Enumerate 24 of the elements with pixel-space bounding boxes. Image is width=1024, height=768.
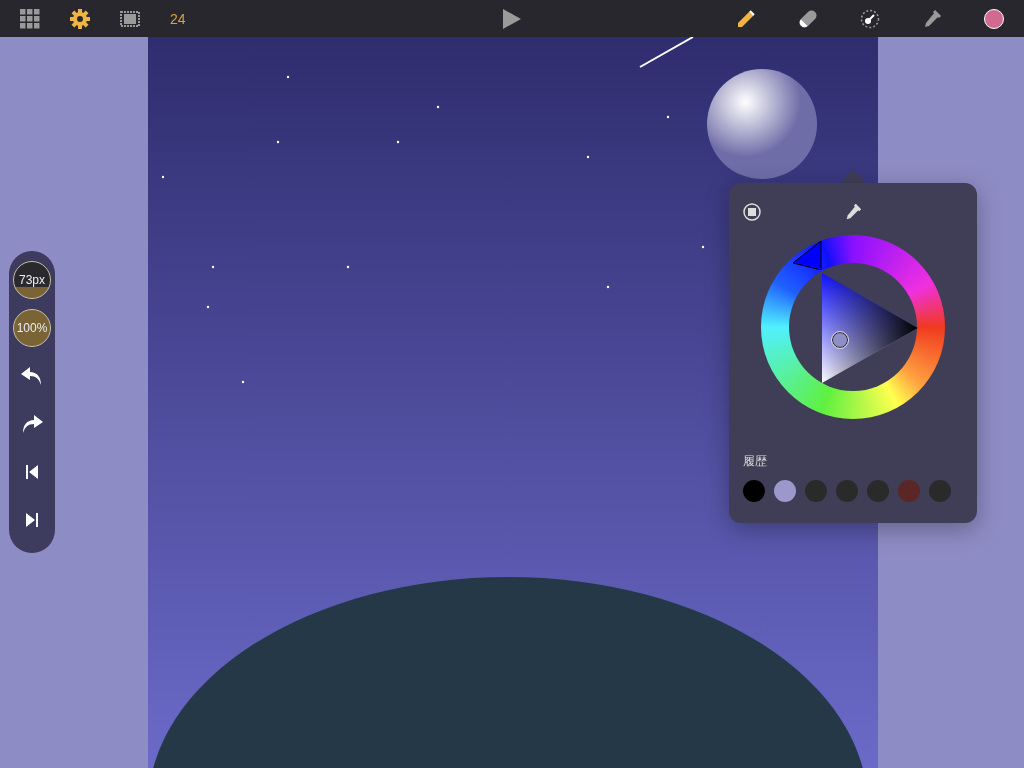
history-swatch[interactable]: [867, 480, 889, 502]
history-swatch[interactable]: [805, 480, 827, 502]
history-swatch[interactable]: [743, 480, 765, 502]
saturation-triangle[interactable]: [822, 273, 918, 383]
history-swatch[interactable]: [774, 480, 796, 502]
history-swatch[interactable]: [929, 480, 951, 502]
opacity-button[interactable]: 100%: [13, 309, 51, 347]
frame-rate[interactable]: 24: [170, 10, 186, 27]
brush-size-button[interactable]: 73px: [13, 261, 51, 299]
eyedropper-icon[interactable]: [844, 203, 862, 221]
stop-icon[interactable]: [743, 203, 761, 221]
history-label: 履歴: [743, 453, 768, 470]
play-button[interactable]: [503, 8, 521, 29]
history-swatch[interactable]: [836, 480, 858, 502]
film-strip-icon[interactable]: [120, 10, 140, 27]
history-swatch[interactable]: [898, 480, 920, 502]
hue-selector[interactable]: [792, 240, 822, 270]
gallery-grid-icon[interactable]: [20, 8, 40, 29]
current-color-swatch[interactable]: [984, 8, 1004, 29]
eyedropper-icon[interactable]: [922, 8, 942, 29]
pencil-icon[interactable]: [736, 8, 756, 29]
settings-icon[interactable]: [70, 8, 90, 29]
lasso-icon[interactable]: [860, 8, 880, 29]
color-marker[interactable]: [832, 332, 848, 348]
